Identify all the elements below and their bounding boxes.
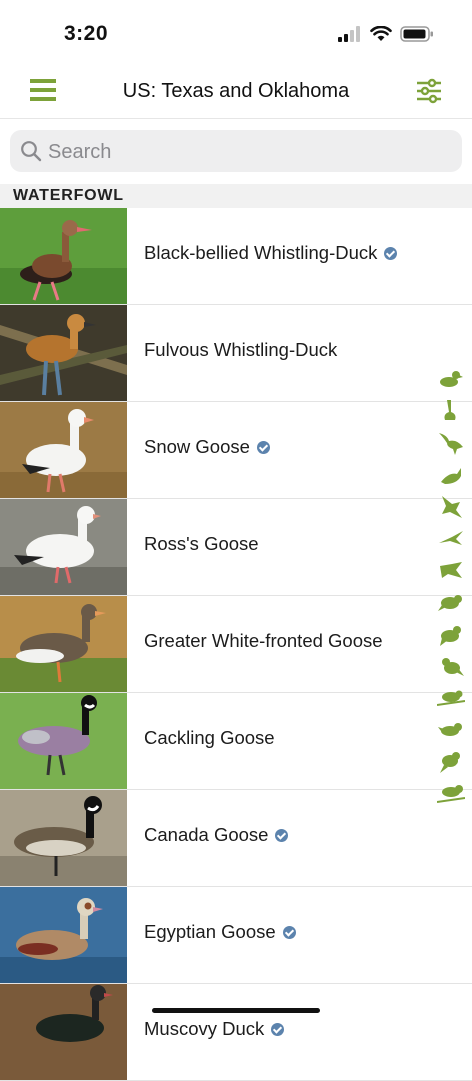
nav-bar: US: Texas and Oklahoma <box>0 66 472 119</box>
blackbird-silhouette-icon[interactable] <box>434 779 468 811</box>
wifi-icon <box>370 26 392 41</box>
list-item[interactable]: Fulvous Whistling-Duck <box>0 305 472 402</box>
verified-check-icon <box>256 440 270 454</box>
bird-name: Cackling Goose <box>144 727 275 748</box>
jay-silhouette-icon[interactable] <box>434 619 468 651</box>
status-bar: 3:20 <box>0 0 472 70</box>
duck-silhouette-icon[interactable] <box>434 363 468 395</box>
bird-thumbnail <box>0 208 127 304</box>
filter-button[interactable] <box>416 78 442 104</box>
grebe-silhouette-icon[interactable] <box>434 395 468 427</box>
bird-name: Ross's Goose <box>144 533 259 554</box>
bird-thumbnail <box>0 790 127 886</box>
bird-thumbnail <box>0 499 127 595</box>
search-icon <box>21 141 42 162</box>
list-item[interactable]: Snow Goose <box>0 402 472 499</box>
flycatcher-silhouette-icon[interactable] <box>434 587 468 619</box>
finch-silhouette-icon[interactable] <box>434 747 468 779</box>
sliders-icon <box>417 78 441 104</box>
bird-name: Greater White-fronted Goose <box>144 630 383 651</box>
status-time: 3:20 <box>64 22 109 45</box>
hawk-silhouette-icon[interactable] <box>434 491 468 523</box>
verified-check-icon <box>282 925 296 939</box>
swift-silhouette-icon[interactable] <box>434 523 468 555</box>
thrush-silhouette-icon[interactable] <box>434 651 468 683</box>
bird-name: Black-bellied Whistling-Duck <box>144 242 398 264</box>
group-index-bar <box>434 363 468 811</box>
list-item[interactable]: Greater White-fronted Goose <box>0 596 472 693</box>
bird-name: Fulvous Whistling-Duck <box>144 339 338 360</box>
gull-silhouette-icon[interactable] <box>434 459 468 491</box>
home-indicator[interactable] <box>152 1008 320 1013</box>
list-item[interactable]: Canada Goose <box>0 790 472 887</box>
list-item[interactable]: Muscovy Duck <box>0 984 472 1081</box>
bird-thumbnail <box>0 596 127 692</box>
list-item[interactable]: Black-bellied Whistling-Duck <box>0 208 472 305</box>
bird-thumbnail <box>0 984 127 1080</box>
list-item[interactable]: Cackling Goose <box>0 693 472 790</box>
bird-name: Egyptian Goose <box>144 921 296 943</box>
bird-name: Muscovy Duck <box>144 1018 285 1040</box>
page-title: US: Texas and Oklahoma <box>122 80 350 102</box>
bird-thumbnail <box>0 402 127 498</box>
list-item[interactable]: Egyptian Goose <box>0 887 472 984</box>
signal-icon <box>338 26 360 42</box>
bird-thumbnail <box>0 887 127 983</box>
bird-name: Snow Goose <box>144 436 270 458</box>
section-title: WATERFOWL <box>13 187 124 204</box>
heron-silhouette-icon[interactable] <box>434 427 468 459</box>
species-list: Black-bellied Whistling-Duck Fulvous Whi… <box>0 208 472 1081</box>
status-icons <box>338 26 434 42</box>
bird-thumbnail <box>0 693 127 789</box>
warbler-silhouette-icon[interactable] <box>434 683 468 715</box>
verified-check-icon <box>384 246 398 260</box>
section-header: WATERFOWL <box>0 184 472 208</box>
bird-thumbnail <box>0 305 127 401</box>
list-item[interactable]: Ross's Goose <box>0 499 472 596</box>
sparrow-silhouette-icon[interactable] <box>434 715 468 747</box>
bird-name: Canada Goose <box>144 824 289 846</box>
battery-icon <box>400 26 433 42</box>
verified-check-icon <box>271 1022 285 1036</box>
verified-check-icon <box>275 828 289 842</box>
woodpecker-silhouette-icon[interactable] <box>434 555 468 587</box>
search-bar <box>10 130 462 172</box>
search-input[interactable] <box>46 136 450 168</box>
